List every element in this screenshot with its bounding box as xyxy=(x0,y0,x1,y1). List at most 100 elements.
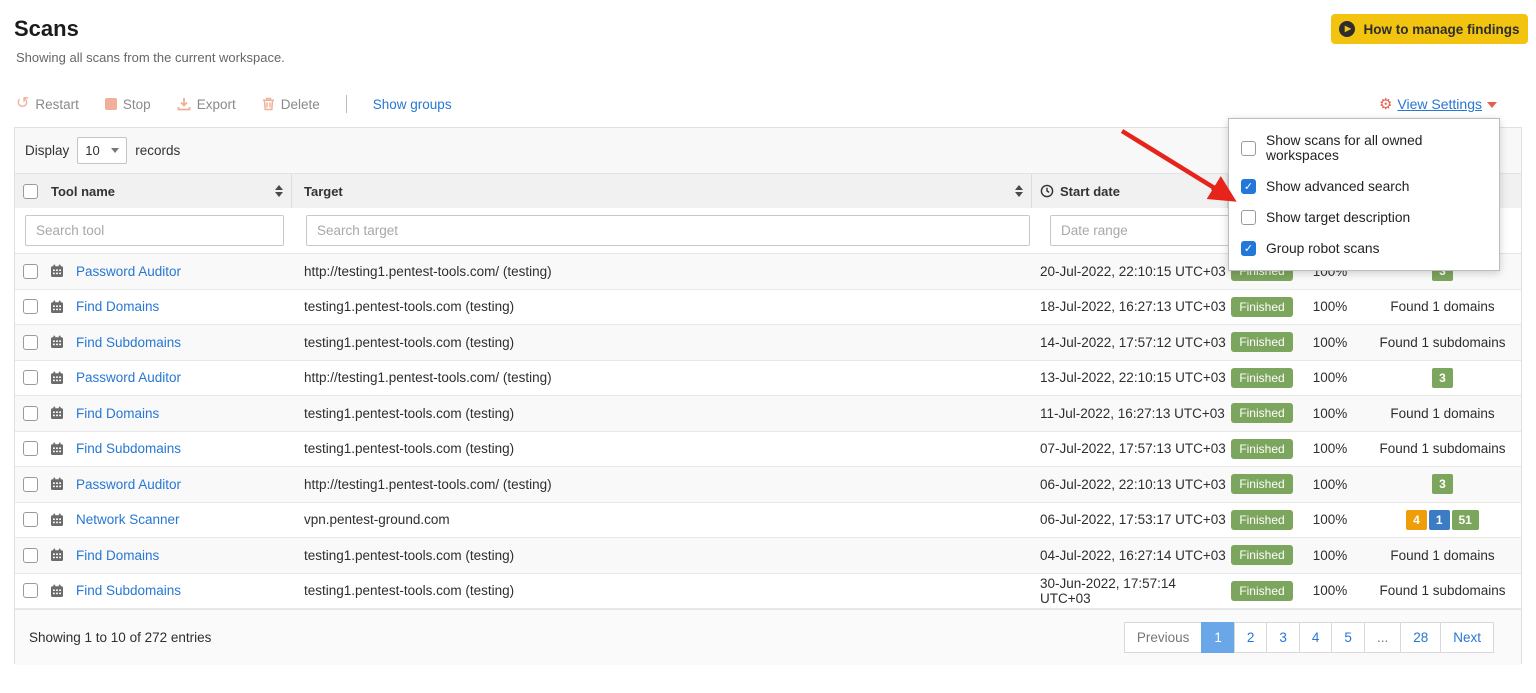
table-row[interactable]: Network Scanner vpn.pentest-ground.com 0… xyxy=(15,503,1521,539)
search-tool-input[interactable] xyxy=(25,215,284,246)
table-row[interactable]: Password Auditor http://testing1.pentest… xyxy=(15,467,1521,503)
tool-name-link[interactable]: Find Domains xyxy=(76,548,159,563)
view-settings-button[interactable]: ⚙ View Settings xyxy=(1379,96,1497,112)
page-button-3[interactable]: 3 xyxy=(1266,622,1300,653)
row-checkbox[interactable] xyxy=(23,583,38,598)
clock-icon xyxy=(1040,184,1054,198)
page-size-value: 10 xyxy=(85,143,99,158)
row-checkbox[interactable] xyxy=(23,441,38,456)
view-settings-option[interactable]: Show scans for all owned workspaces xyxy=(1229,125,1499,171)
row-checkbox[interactable] xyxy=(23,477,38,492)
select-chevron-icon xyxy=(111,148,119,153)
start-date-cell: 11-Jul-2022, 16:27:13 UTC+03 xyxy=(1032,396,1228,431)
scheduled-scan-calendar-icon xyxy=(50,264,64,278)
how-to-manage-findings-button[interactable]: ▶ How to manage findings xyxy=(1331,14,1528,44)
sort-icon[interactable] xyxy=(1211,185,1219,197)
next-button[interactable]: Next xyxy=(1440,622,1494,653)
table-row[interactable]: Find Domains testing1.pentest-tools.com … xyxy=(15,538,1521,574)
show-groups-link[interactable]: Show groups xyxy=(373,97,452,112)
table-row[interactable]: Find Domains testing1.pentest-tools.com … xyxy=(15,396,1521,432)
chevron-down-icon xyxy=(1487,102,1497,108)
findings-cell: Found 1 domains xyxy=(1364,538,1521,573)
view-settings-option[interactable]: ✓ Group robot scans xyxy=(1229,233,1499,264)
findings-badge[interactable]: 3 xyxy=(1432,368,1453,388)
findings-text: Found 1 domains xyxy=(1390,548,1494,563)
delete-button[interactable]: Delete xyxy=(262,97,320,112)
target-cell: http://testing1.pentest-tools.com/ (test… xyxy=(292,467,1032,502)
option-label: Group robot scans xyxy=(1266,241,1380,256)
status-badge: Finished xyxy=(1231,332,1292,352)
scheduled-scan-calendar-icon xyxy=(50,548,64,562)
start-date-cell: 20-Jul-2022, 22:10:15 UTC+03 xyxy=(1032,254,1228,289)
table-row[interactable]: Find Subdomains testing1.pentest-tools.c… xyxy=(15,432,1521,468)
row-checkbox[interactable] xyxy=(23,264,38,279)
progress-cell: 100% xyxy=(1296,325,1364,360)
tool-name-link[interactable]: Password Auditor xyxy=(76,264,181,279)
tool-name-link[interactable]: Network Scanner xyxy=(76,512,180,527)
page-button-2[interactable]: 2 xyxy=(1234,622,1268,653)
tool-name-link[interactable]: Find Subdomains xyxy=(76,335,181,350)
unchecked-checkbox[interactable] xyxy=(1241,141,1256,156)
findings-badge[interactable]: 51 xyxy=(1452,510,1479,530)
checked-checkbox[interactable]: ✓ xyxy=(1241,241,1256,256)
search-target-input[interactable] xyxy=(306,215,1030,246)
view-settings-option[interactable]: Show target description xyxy=(1229,202,1499,233)
tool-name-link[interactable]: Find Domains xyxy=(76,299,159,314)
findings-badge[interactable]: 4 xyxy=(1406,510,1427,530)
restart-button[interactable]: ↺ Restart xyxy=(16,96,79,112)
status-badge: Finished xyxy=(1231,510,1292,530)
tool-name-link[interactable]: Find Domains xyxy=(76,406,159,421)
start-date-cell: 07-Jul-2022, 17:57:13 UTC+03 xyxy=(1032,432,1228,467)
tool-name-link[interactable]: Password Auditor xyxy=(76,477,181,492)
row-checkbox[interactable] xyxy=(23,299,38,314)
ellipsis-button: ... xyxy=(1364,622,1401,653)
scheduled-scan-calendar-icon xyxy=(50,477,64,491)
tool-name-link[interactable]: Find Subdomains xyxy=(76,583,181,598)
status-badge: Finished xyxy=(1231,368,1292,388)
page-button-5[interactable]: 5 xyxy=(1331,622,1365,653)
progress-cell: 100% xyxy=(1296,538,1364,573)
sort-icon[interactable] xyxy=(1015,185,1023,197)
target-header[interactable]: Target xyxy=(292,174,1032,208)
tool-name-link[interactable]: Password Auditor xyxy=(76,370,181,385)
export-button[interactable]: Export xyxy=(177,97,236,112)
findings-cell: 3 xyxy=(1364,361,1521,396)
table-row[interactable]: Find Subdomains testing1.pentest-tools.c… xyxy=(15,574,1521,610)
stop-button[interactable]: Stop xyxy=(105,97,151,112)
start-date-header[interactable]: Start date xyxy=(1032,174,1228,208)
findings-badge[interactable]: 3 xyxy=(1432,474,1453,494)
scheduled-scan-calendar-icon xyxy=(50,513,64,527)
stop-label: Stop xyxy=(123,97,151,112)
row-checkbox[interactable] xyxy=(23,406,38,421)
row-checkbox[interactable] xyxy=(23,370,38,385)
row-checkbox[interactable] xyxy=(23,548,38,563)
prev-button[interactable]: Previous xyxy=(1124,622,1203,653)
row-checkbox[interactable] xyxy=(23,512,38,527)
date-range-input[interactable] xyxy=(1050,215,1234,246)
table-row[interactable]: Find Subdomains testing1.pentest-tools.c… xyxy=(15,325,1521,361)
records-label: records xyxy=(135,143,180,158)
page-button-1[interactable]: 1 xyxy=(1201,622,1235,653)
tool-name-link[interactable]: Find Subdomains xyxy=(76,441,181,456)
delete-label: Delete xyxy=(281,97,320,112)
page-button-4[interactable]: 4 xyxy=(1299,622,1333,653)
table-body: Password Auditor http://testing1.pentest… xyxy=(15,254,1521,609)
select-all-checkbox[interactable] xyxy=(23,184,38,199)
table-row[interactable]: Password Auditor http://testing1.pentest… xyxy=(15,361,1521,397)
row-checkbox[interactable] xyxy=(23,335,38,350)
unchecked-checkbox[interactable] xyxy=(1241,210,1256,225)
table-row[interactable]: Find Domains testing1.pentest-tools.com … xyxy=(15,290,1521,326)
entries-summary: Showing 1 to 10 of 272 entries xyxy=(29,630,211,645)
tool-name-header[interactable]: Tool name xyxy=(15,174,292,208)
page-button-28[interactable]: 28 xyxy=(1400,622,1441,653)
target-cell: testing1.pentest-tools.com (testing) xyxy=(292,538,1032,573)
view-settings-option[interactable]: ✓Show advanced search xyxy=(1229,171,1499,202)
checked-checkbox[interactable]: ✓ xyxy=(1241,179,1256,194)
progress-cell: 100% xyxy=(1296,574,1364,609)
stop-icon xyxy=(105,98,117,110)
findings-badge[interactable]: 1 xyxy=(1429,510,1450,530)
start-date-cell: 13-Jul-2022, 22:10:15 UTC+03 xyxy=(1032,361,1228,396)
sort-icon[interactable] xyxy=(275,185,283,197)
export-icon xyxy=(177,97,191,111)
page-size-select[interactable]: 10 xyxy=(77,137,127,164)
